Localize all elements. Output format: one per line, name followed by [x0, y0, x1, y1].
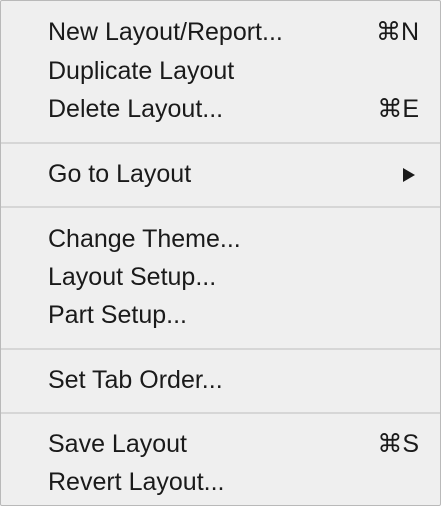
menu-item-label: Part Setup...: [48, 301, 187, 329]
menu-item-label: Set Tab Order...: [48, 366, 223, 394]
menu-item-duplicate-layout[interactable]: Duplicate Layout: [1, 52, 440, 90]
menu-separator: [1, 206, 440, 208]
menu-item-label: New Layout/Report...: [48, 18, 283, 46]
menu-item-label: Layout Setup...: [48, 263, 217, 291]
menu-item-label: Delete Layout...: [48, 95, 224, 123]
menu-separator: [1, 142, 440, 144]
shortcut-label: ⌘N: [375, 18, 419, 46]
menu-separator: [1, 412, 440, 414]
menu-item-label: Duplicate Layout: [48, 57, 235, 85]
menu-item-go-to-layout[interactable]: Go to Layout: [1, 155, 440, 193]
menu-separator: [1, 348, 440, 350]
menu-item-new-layout-report[interactable]: New Layout/Report... ⌘N: [1, 13, 440, 51]
menu-item-set-tab-order[interactable]: Set Tab Order...: [1, 361, 440, 399]
menu-item-label: Change Theme...: [48, 225, 241, 253]
menu-item-save-layout[interactable]: Save Layout ⌘S: [1, 425, 440, 463]
menu-item-revert-layout[interactable]: Revert Layout...: [1, 463, 440, 501]
menu-item-label: Go to Layout: [48, 160, 192, 188]
menu-item-label: Save Layout: [48, 430, 187, 458]
shortcut-label: ⌘S: [377, 430, 419, 458]
shortcut-label: ⌘E: [377, 95, 419, 123]
submenu-arrow-icon: [403, 168, 415, 182]
menu-item-delete-layout[interactable]: Delete Layout... ⌘E: [1, 90, 440, 128]
menu-item-change-theme[interactable]: Change Theme...: [1, 220, 440, 258]
menu-item-label: Revert Layout...: [48, 468, 225, 496]
menu-item-part-setup[interactable]: Part Setup...: [1, 296, 440, 334]
layouts-menu: New Layout/Report... ⌘N Duplicate Layout…: [0, 0, 441, 506]
menu-item-layout-setup[interactable]: Layout Setup...: [1, 258, 440, 296]
